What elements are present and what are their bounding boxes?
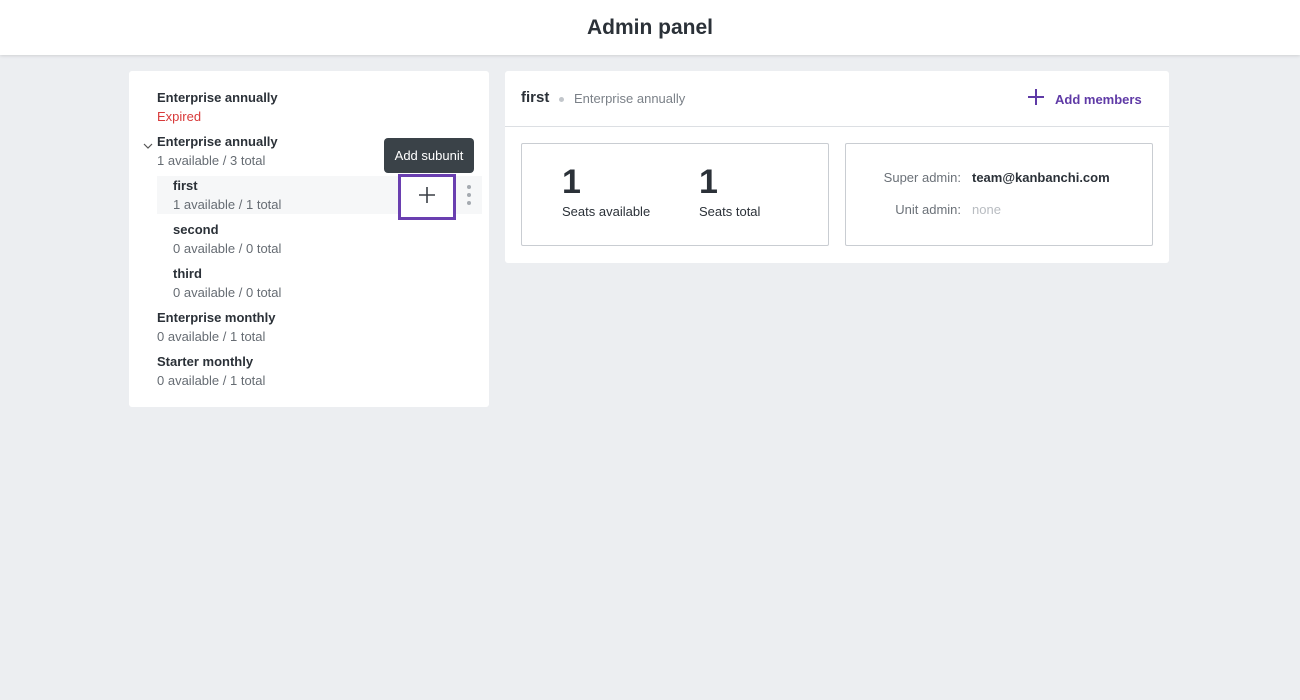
subscription-item[interactable]: Enterprise monthly 0 available / 1 total (157, 309, 275, 346)
add-subunit-tooltip: Add subunit (384, 138, 474, 173)
subunit-seats: 1 available / 1 total (173, 197, 282, 212)
subscription-status: Expired (157, 109, 202, 124)
add-members-label: Add members (1055, 91, 1142, 107)
subscription-item[interactable]: Enterprise annually Expired (157, 89, 278, 126)
super-admin-label: Super admin: (883, 170, 961, 185)
plus-icon (418, 186, 436, 209)
subunit-item-second[interactable]: second 0 available / 0 total (173, 221, 281, 258)
seats-total-label: Seats total (699, 204, 761, 219)
subscription-name: Starter monthly (157, 354, 254, 369)
unit-title: first (521, 89, 550, 106)
subscription-name: Enterprise annually (157, 134, 278, 149)
subunit-name: second (173, 222, 219, 237)
seats-available-value: 1 (562, 163, 581, 201)
super-admin-value: team@kanbanchi.com (972, 170, 1110, 185)
unit-plan: Enterprise annually (574, 91, 686, 106)
unit-detail-header: first Enterprise annually Add members (505, 71, 1169, 127)
subscription-item[interactable]: Enterprise annually 1 available / 3 tota… (157, 133, 278, 170)
seats-total-stat: 1 Seats total (699, 162, 760, 219)
subscription-name: Enterprise monthly (157, 310, 276, 325)
admins-card: Super admin: team@kanbanchi.com Unit adm… (845, 143, 1153, 246)
more-options-icon[interactable] (464, 185, 474, 205)
seats-card: 1 Seats available 1 Seats total (521, 143, 829, 246)
add-subunit-button[interactable] (398, 174, 456, 220)
subscription-seats: 1 available / 3 total (157, 153, 266, 168)
separator-dot (559, 97, 564, 102)
seats-total-value: 1 (699, 163, 718, 201)
subunit-item-third[interactable]: third 0 available / 0 total (173, 265, 281, 302)
subunit-name: third (173, 266, 202, 281)
subunit-name: first (173, 178, 198, 193)
page-title: Admin panel (586, 15, 713, 39)
top-bar: Admin panel (0, 0, 1300, 55)
subscription-seats: 0 available / 1 total (157, 329, 266, 344)
chevron-down-icon[interactable] (143, 141, 153, 151)
subunit-item-first[interactable]: first 1 available / 1 total (173, 177, 281, 214)
subunit-seats: 0 available / 0 total (173, 285, 282, 300)
add-members-button[interactable]: Add members (1027, 87, 1142, 111)
plus-icon (1027, 88, 1045, 111)
subscription-seats: 0 available / 1 total (157, 373, 266, 388)
unit-admin-label: Unit admin: (895, 202, 961, 217)
subscription-item[interactable]: Starter monthly 0 available / 1 total (157, 353, 265, 390)
seats-available-stat: 1 Seats available (562, 162, 650, 219)
seats-available-label: Seats available (562, 204, 651, 219)
unit-admin-value: none (972, 202, 1001, 217)
subscription-name: Enterprise annually (157, 90, 278, 105)
subunit-seats: 0 available / 0 total (173, 241, 282, 256)
subscriptions-panel: Enterprise annually Expired Enterprise a… (129, 71, 489, 407)
unit-detail-panel: first Enterprise annually Add members 1 … (505, 71, 1169, 263)
